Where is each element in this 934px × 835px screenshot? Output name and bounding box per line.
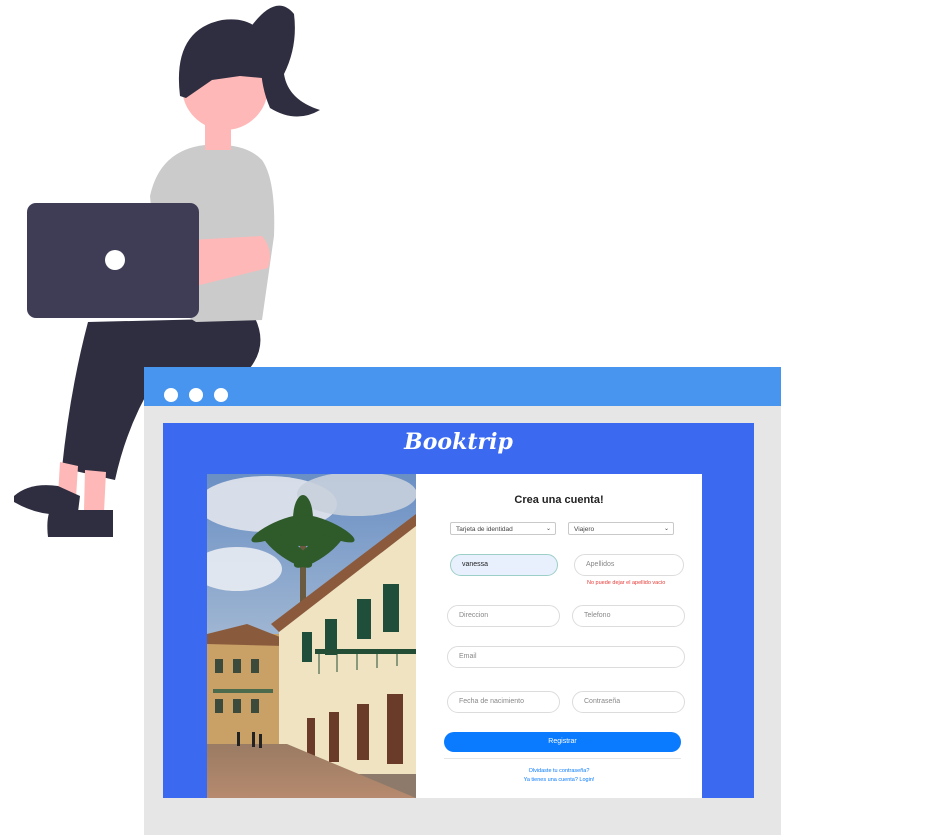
ankle-right bbox=[84, 470, 106, 512]
email-input[interactable]: Email bbox=[447, 646, 685, 668]
form-title: Crea una cuenta! bbox=[514, 494, 604, 506]
login-link[interactable]: Ya tienes una cuenta? Login! bbox=[416, 777, 702, 783]
phone-input[interactable]: Telefono bbox=[572, 605, 685, 627]
brand-logo: Booktrip bbox=[404, 429, 513, 455]
street-photo bbox=[207, 474, 416, 798]
user-type-select[interactable]: Viajero ⌄ bbox=[568, 522, 674, 535]
password-input[interactable]: Contraseña bbox=[572, 691, 685, 713]
browser-title-bar bbox=[144, 367, 781, 406]
browser-window: Booktrip Crea una cuenta! Tarjeta de ide… bbox=[144, 367, 781, 835]
birthdate-placeholder: Fecha de nacimiento bbox=[459, 698, 524, 705]
window-dot-icon bbox=[164, 388, 178, 402]
shoe-right bbox=[47, 510, 114, 537]
address-placeholder: Direccion bbox=[459, 612, 489, 619]
page-viewport: Booktrip Crea una cuenta! Tarjeta de ide… bbox=[163, 423, 754, 798]
lastname-placeholder: Apellidos bbox=[586, 561, 615, 568]
chevron-down-icon: ⌄ bbox=[663, 526, 669, 532]
register-form: Crea una cuenta! Tarjeta de identidad ⌄ … bbox=[416, 474, 702, 798]
lastname-error: No puede dejar el apellido vacio bbox=[587, 580, 666, 586]
email-placeholder: Email bbox=[459, 653, 477, 660]
laptop-logo bbox=[105, 250, 125, 270]
name-input-value: vanessa bbox=[462, 561, 489, 568]
name-input[interactable]: vanessa bbox=[450, 554, 558, 576]
password-placeholder: Contraseña bbox=[584, 698, 621, 705]
document-type-select[interactable]: Tarjeta de identidad ⌄ bbox=[450, 522, 556, 535]
user-type-value: Viajero bbox=[574, 526, 595, 533]
forgot-password-link[interactable]: Olvidaste tu contraseña? bbox=[416, 768, 702, 774]
phone-placeholder: Telefono bbox=[584, 612, 611, 619]
register-button[interactable]: Registrar bbox=[444, 732, 681, 752]
birthdate-input[interactable]: Fecha de nacimiento bbox=[447, 691, 560, 713]
register-card: Crea una cuenta! Tarjeta de identidad ⌄ … bbox=[207, 474, 702, 798]
lastname-input[interactable]: Apellidos bbox=[574, 554, 684, 576]
divider bbox=[444, 758, 681, 759]
window-dot-icon bbox=[189, 388, 203, 402]
document-type-value: Tarjeta de identidad bbox=[456, 526, 513, 533]
address-input[interactable]: Direccion bbox=[447, 605, 560, 627]
window-dot-icon bbox=[214, 388, 228, 402]
chevron-down-icon: ⌄ bbox=[545, 526, 551, 532]
